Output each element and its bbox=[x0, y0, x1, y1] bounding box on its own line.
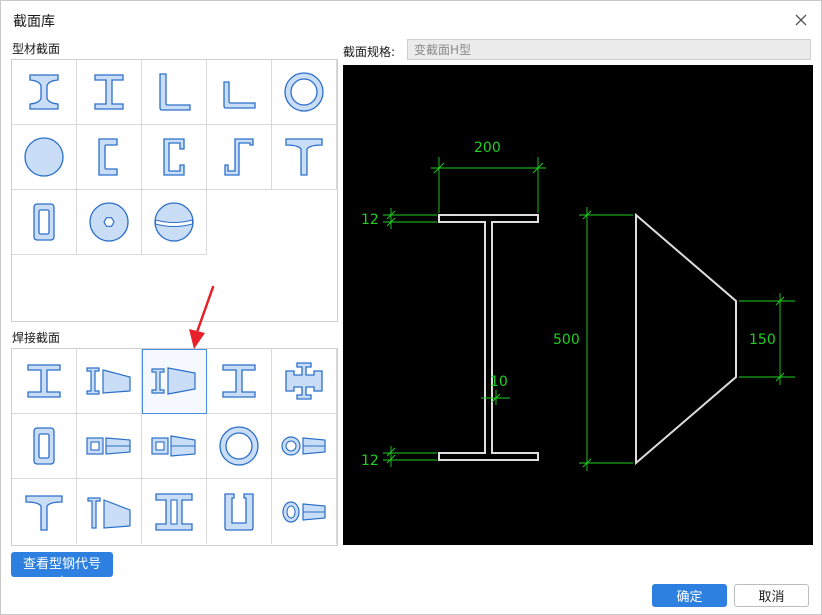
welded-t-section[interactable] bbox=[12, 479, 77, 544]
t-tapered-icon bbox=[87, 496, 131, 529]
welded-circular-tube[interactable] bbox=[207, 414, 272, 479]
welded-circular-tube-icon bbox=[219, 426, 259, 466]
welded-cross-section[interactable] bbox=[272, 349, 337, 414]
welded-t-section-icon bbox=[25, 494, 63, 531]
u-section-icon bbox=[224, 492, 254, 531]
welded-tapered-h-selected[interactable] bbox=[142, 349, 207, 414]
cancel-button[interactable]: 取消 bbox=[734, 584, 809, 607]
t-section-icon bbox=[285, 138, 323, 176]
welded-h-narrow-icon bbox=[222, 364, 256, 398]
section-drawing: 200 12 12 500 150 10 bbox=[361, 140, 795, 471]
tapered-web-outline bbox=[635, 212, 737, 466]
dim-top-flange: 12 bbox=[361, 212, 379, 228]
section-library-dialog: 截面库 型材截面 焊接截面 截面规格: 变截面H型 200 12 12 500 … bbox=[0, 0, 822, 615]
unequal-angle-icon bbox=[223, 81, 256, 109]
profile-sections-grid bbox=[11, 59, 338, 322]
welded-box-tapered-1[interactable] bbox=[77, 414, 142, 479]
dim-end-height: 150 bbox=[749, 332, 776, 348]
equal-angle-icon bbox=[159, 73, 191, 111]
dim-web: 10 bbox=[490, 374, 508, 390]
profile-empty-cell bbox=[207, 190, 272, 255]
tapered-h-selected-icon bbox=[151, 367, 196, 395]
welded-h-beam-icon bbox=[27, 364, 61, 398]
welded-sections-label: 焊接截面 bbox=[12, 331, 61, 345]
cross-section-icon bbox=[285, 362, 323, 400]
profile-rect-tube[interactable] bbox=[12, 190, 77, 255]
dialog-title: 截面库 bbox=[13, 14, 55, 30]
welded-double-web[interactable] bbox=[142, 479, 207, 544]
hex-hole-round-icon bbox=[89, 202, 129, 242]
profile-equal-angle[interactable] bbox=[142, 60, 207, 125]
rect-tube-icon bbox=[33, 203, 55, 241]
section-spec-label: 截面规格: bbox=[343, 45, 396, 59]
profile-hex-hole-round[interactable] bbox=[77, 190, 142, 255]
lipped-channel-icon bbox=[163, 138, 185, 176]
section-spec-field[interactable] bbox=[407, 39, 811, 60]
welded-t-tapered[interactable] bbox=[77, 479, 142, 544]
red-arrow-annotation bbox=[189, 285, 215, 349]
box-tapered-2-icon bbox=[151, 435, 196, 457]
welded-oval-tapered[interactable] bbox=[272, 479, 337, 544]
z-section-icon bbox=[224, 138, 254, 176]
welded-tube-tapered[interactable] bbox=[272, 414, 337, 479]
welded-u-section[interactable] bbox=[207, 479, 272, 544]
double-web-icon bbox=[155, 492, 193, 531]
tapered-h-icon bbox=[86, 367, 131, 395]
close-icon[interactable] bbox=[793, 12, 809, 28]
circular-tube-icon bbox=[284, 72, 324, 112]
welded-h-beam[interactable] bbox=[12, 349, 77, 414]
dim-bottom-flange: 12 bbox=[361, 453, 379, 469]
oval-tapered-icon bbox=[282, 500, 326, 523]
tube-tapered-icon bbox=[281, 436, 326, 456]
profile-z-section[interactable] bbox=[207, 125, 272, 190]
profile-circular-tube[interactable] bbox=[272, 60, 337, 125]
welded-sections-grid bbox=[11, 348, 338, 546]
profile-t-section[interactable] bbox=[272, 125, 337, 190]
profile-h-beam[interactable] bbox=[77, 60, 142, 125]
welded-box[interactable] bbox=[12, 414, 77, 479]
profile-lipped-channel[interactable] bbox=[142, 125, 207, 190]
dimension-labels: 200 12 12 500 150 10 bbox=[361, 140, 776, 469]
dimension-lines bbox=[383, 157, 795, 471]
round-bar-icon bbox=[24, 137, 64, 177]
profile-sections-label: 型材截面 bbox=[12, 42, 61, 56]
box-tapered-icon bbox=[86, 437, 131, 455]
welded-h-narrow[interactable] bbox=[207, 349, 272, 414]
i-beam-icon bbox=[29, 74, 59, 110]
welded-tapered-h-1[interactable] bbox=[77, 349, 142, 414]
profile-split-round[interactable] bbox=[142, 190, 207, 255]
welded-box-icon bbox=[33, 427, 55, 465]
ok-button[interactable]: 确定 bbox=[652, 584, 727, 607]
profile-round-bar[interactable] bbox=[12, 125, 77, 190]
split-round-icon bbox=[154, 202, 194, 242]
welded-box-tapered-2[interactable] bbox=[142, 414, 207, 479]
section-preview-canvas: 200 12 12 500 150 10 bbox=[343, 65, 813, 545]
h-beam-icon bbox=[94, 74, 124, 110]
h-section-outline bbox=[438, 214, 539, 461]
profile-channel[interactable] bbox=[77, 125, 142, 190]
channel-icon bbox=[98, 138, 118, 176]
profile-i-beam[interactable] bbox=[12, 60, 77, 125]
dim-height: 500 bbox=[553, 332, 580, 348]
view-steel-code-table-button[interactable]: 查看型钢代号表 bbox=[11, 552, 113, 591]
dim-top-width: 200 bbox=[474, 140, 501, 156]
profile-unequal-angle[interactable] bbox=[207, 60, 272, 125]
